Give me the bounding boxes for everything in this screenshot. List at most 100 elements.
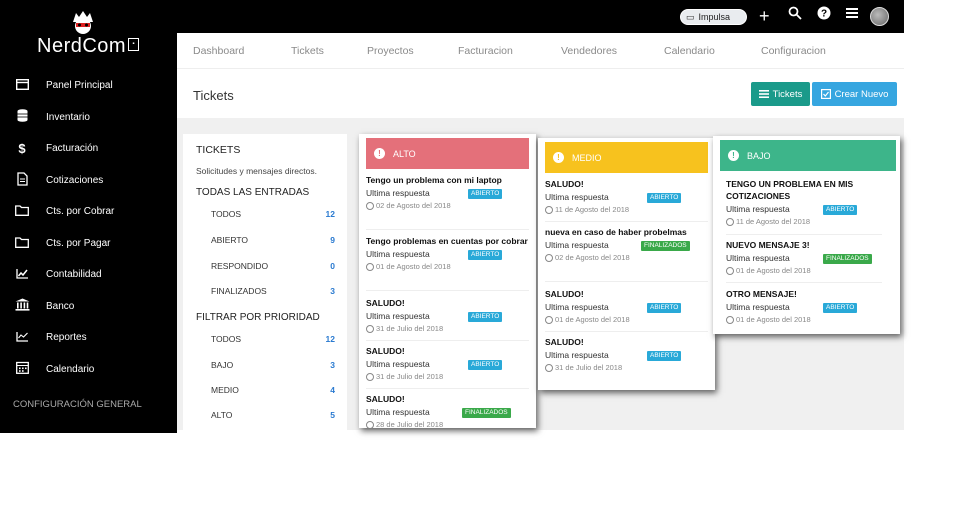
status-badge: ABIERTO (647, 303, 682, 313)
sidebar-item-calendario[interactable]: Calendario (0, 357, 177, 381)
all-entries-title: TODAS LAS ENTRADAS (196, 187, 310, 198)
priority-alto[interactable]: ALTO 5 (211, 410, 335, 422)
ticket-date: 01 de Agosto del 2018 (736, 315, 811, 324)
tab-configuracion[interactable]: Configuracion (761, 45, 826, 57)
ticket-card[interactable]: SALUDO! Ultima respuesta ABIERTO 31 de Ju… (545, 336, 708, 380)
status-badge: FINALIZADOS (462, 408, 511, 418)
clock-icon (366, 262, 374, 271)
ticket-card[interactable]: NUEVO MENSAJE 3! Ultima respuesta FINALIZ… (726, 239, 882, 283)
ticket-card[interactable]: SALUDO! Ultima respuesta ABIERTO 11 de Ag… (545, 178, 708, 222)
column-medio: ! MEDIO SALUDO! Ultima respuesta ABIERTO … (538, 138, 715, 390)
ticket-card[interactable]: nueva en caso de haber probelmas Ultima … (545, 226, 708, 282)
column-header-medio: ! MEDIO (545, 142, 708, 173)
ticket-date: 31 de Julio del 2018 (376, 372, 444, 381)
sidebar-item-label: Banco (46, 300, 75, 312)
ticket-card[interactable]: OTRO MENSAJE! Ultima respuesta ABIERTO 01… (726, 288, 882, 332)
filter-count: 4 (330, 385, 335, 395)
crear-nuevo-button[interactable]: Crear Nuevo (812, 82, 897, 106)
search-icon[interactable] (788, 6, 802, 26)
svg-text:?: ? (821, 9, 827, 20)
brand-logo[interactable]: NerdCom ▪ (37, 10, 147, 60)
priority-bajo[interactable]: BAJO 3 (211, 360, 335, 372)
tickets-button[interactable]: Tickets (751, 82, 810, 106)
ticket-reply-label: Ultima respuesta (726, 302, 790, 312)
filter-label: TODOS (211, 334, 242, 344)
ticket-filters: TICKETS Solicitudes y mensajes directos.… (183, 134, 347, 430)
ticket-title: nueva en caso de haber probelmas (545, 227, 687, 237)
plus-icon[interactable]: + (759, 6, 770, 26)
impulsa-label: Impulsa (698, 12, 731, 22)
sidebar-item-contabilidad[interactable]: Contabilidad (0, 262, 177, 286)
tab-calendario[interactable]: Calendario (664, 45, 715, 57)
priority-todos[interactable]: TODOS 12 (211, 334, 335, 346)
chart-line-icon (14, 330, 30, 345)
ticket-reply-label: Ultima respuesta (545, 302, 609, 312)
clock-icon (726, 315, 734, 324)
sidebar-item-label: Calendario (46, 363, 95, 375)
ticket-card[interactable]: Tengo problemas en cuentas por cobrar Ul… (366, 235, 529, 291)
warning-icon: ! (728, 150, 739, 161)
ticket-card[interactable]: SALUDO! Ultima respuesta ABIERTO 01 de Ag… (545, 288, 708, 332)
status-badge: ABIERTO (468, 312, 503, 322)
sidebar-config-general[interactable]: CONFIGURACIÓN GENERAL (13, 399, 142, 410)
column-label: BAJO (747, 150, 771, 161)
status-badge: ABIERTO (468, 250, 503, 260)
sidebar-item-label: Cts. por Cobrar (46, 205, 115, 217)
ticket-card[interactable]: SALUDO! Ultima respuesta FINALIZADOS 28 d… (366, 393, 529, 428)
ticket-title: NUEVO MENSAJE 3! (726, 240, 810, 250)
tab-tickets[interactable]: Tickets (291, 45, 324, 57)
page-title: Tickets (193, 88, 234, 103)
status-badge: ABIERTO (647, 351, 682, 361)
sidebar-item-cts-por-pagar[interactable]: Cts. por Pagar (0, 231, 177, 255)
ticket-card[interactable]: TENGO UN PROBLEMA EN MIS COTIZACIONES Ul… (726, 178, 882, 235)
filter-count: 9 (330, 235, 335, 245)
sidebar-item-label: Reportes (46, 331, 87, 343)
tab-vendedores[interactable]: Vendedores (561, 45, 617, 57)
ticket-title: SALUDO! (366, 394, 405, 404)
clock-icon (545, 253, 553, 262)
ticket-card[interactable]: SALUDO! Ultima respuesta ABIERTO 31 de Ju… (366, 297, 529, 341)
sidebar-item-label: Contabilidad (46, 268, 102, 280)
warning-icon: ! (553, 152, 564, 163)
filter-abierto[interactable]: ABIERTO 9 (211, 235, 335, 247)
folder-icon (14, 236, 30, 251)
sidebar-item-reportes[interactable]: Reportes (0, 325, 177, 349)
sidebar-item-panel-principal[interactable]: Panel Principal (0, 73, 177, 97)
ticket-reply-label: Ultima respuesta (366, 359, 430, 369)
menu-icon[interactable] (845, 6, 859, 26)
filter-count: 5 (330, 410, 335, 420)
tab-dashboard[interactable]: Dashboard (193, 45, 244, 57)
brand-box-icon: ▪ (128, 38, 139, 51)
sidebar-item-banco[interactable]: Banco (0, 294, 177, 318)
filter-respondido[interactable]: RESPONDIDO 0 (211, 261, 335, 273)
ticket-reply-label: Ultima respuesta (726, 204, 790, 214)
ticket-date: 02 de Agosto del 2018 (376, 201, 451, 210)
avatar[interactable] (870, 7, 889, 26)
priority-medio[interactable]: MEDIO 4 (211, 385, 335, 397)
ticket-date: 01 de Agosto del 2018 (555, 315, 630, 324)
warning-icon: ! (374, 148, 385, 159)
filter-todos[interactable]: TODOS 12 (211, 209, 335, 221)
filter-label: MEDIO (211, 385, 239, 395)
folder-icon (14, 204, 30, 219)
tab-proyectos[interactable]: Proyectos (367, 45, 414, 57)
tab-facturacion[interactable]: Facturacion (458, 45, 513, 57)
sidebar-item-inventario[interactable]: Inventario (0, 105, 177, 129)
calendar-icon (14, 361, 30, 377)
ticket-card[interactable]: SALUDO! Ultima respuesta ABIERTO 31 de Ju… (366, 345, 529, 389)
column-alto: ! ALTO Tengo un problema con mi laptop U… (359, 134, 536, 428)
ticket-date: 11 de Agosto del 2018 (736, 217, 811, 226)
sidebar-item-facturacion[interactable]: $ Facturación (0, 136, 177, 160)
clock-icon (366, 420, 374, 428)
help-icon[interactable]: ? (817, 6, 831, 26)
sidebar-item-cotizaciones[interactable]: Cotizaciones (0, 168, 177, 192)
sidebar-item-cts-por-cobrar[interactable]: Cts. por Cobrar (0, 199, 177, 223)
impulsa-button[interactable]: ▭ Impulsa (680, 9, 747, 25)
status-badge: ABIERTO (823, 205, 858, 215)
filter-finalizados[interactable]: FINALIZADOS 3 (211, 286, 335, 298)
dollar-icon: $ (18, 140, 26, 156)
page-header: Tickets Tickets Crear Nuevo (177, 70, 904, 118)
column-bajo: ! BAJO TENGO UN PROBLEMA EN MIS COTIZACI… (713, 136, 900, 334)
status-badge: ABIERTO (468, 189, 503, 199)
ticket-card[interactable]: Tengo un problema con mi laptop Ultima r… (366, 174, 529, 230)
